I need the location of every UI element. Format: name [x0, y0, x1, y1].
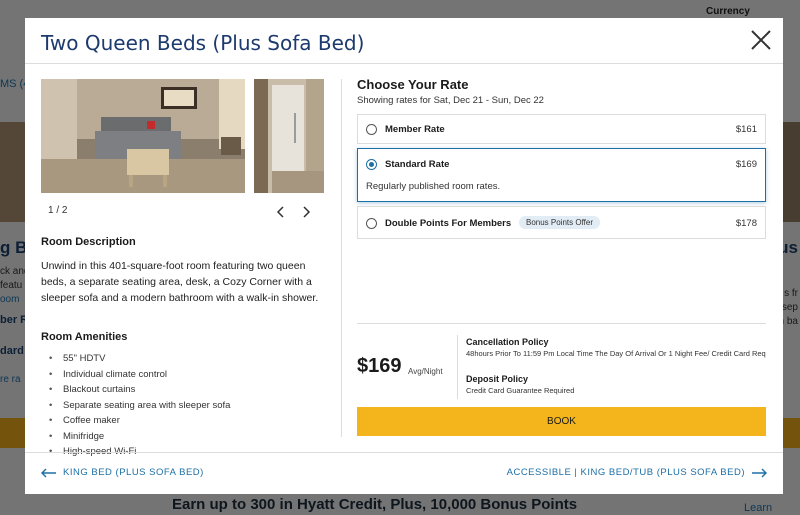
chevron-left-icon[interactable] [274, 205, 288, 219]
rate-name: Double Points For Members [385, 218, 512, 229]
rate-dates: Showing rates for Sat, Dec 21 - Sun, Dec… [357, 95, 544, 106]
modal-title: Two Queen Beds (Plus Sofa Bed) [41, 31, 365, 55]
amenity-item: Individual climate control [49, 367, 230, 383]
chevron-right-icon[interactable] [299, 205, 313, 219]
room-description-heading: Room Description [41, 236, 136, 248]
column-divider [341, 79, 342, 437]
radio-double-points[interactable] [366, 218, 377, 229]
room-description-text: Unwind in this 401-square-foot room feat… [41, 260, 319, 304]
bonus-points-badge: Bonus Points Offer [519, 216, 600, 229]
summary-divider [357, 323, 766, 324]
radio-standard-rate[interactable] [366, 159, 377, 170]
book-button[interactable]: BOOK [357, 407, 766, 436]
rate-note: Regularly published room rates. [366, 181, 501, 192]
photo-counter: 1 / 2 [48, 205, 68, 216]
next-room-link[interactable]: ACCESSIBLE | KING BED/TUB (PLUS SOFA BED… [507, 467, 767, 478]
amenity-item: Coffee maker [49, 413, 230, 429]
room-photo-bathroom [254, 79, 324, 193]
room-amenities-heading: Room Amenities [41, 331, 128, 343]
modal-footer: KING BED (PLUS SOFA BED) ACCESSIBLE | KI… [25, 452, 783, 494]
rate-price: $178 [735, 218, 757, 229]
amenities-list: 55" HDTV Individual climate control Blac… [49, 351, 230, 460]
previous-room-label: KING BED (PLUS SOFA BED) [63, 467, 204, 478]
close-icon[interactable] [749, 28, 773, 52]
arrow-left-icon [41, 468, 57, 478]
modal-header: Two Queen Beds (Plus Sofa Bed) [25, 18, 783, 64]
rate-option-double-points[interactable]: Double Points For Members Bonus Points O… [357, 206, 766, 239]
amenity-item: Minifridge [49, 429, 230, 445]
selected-price: $169 [357, 355, 402, 377]
radio-member-rate[interactable] [366, 124, 377, 135]
amenity-item: 55" HDTV [49, 351, 230, 367]
amenity-item: Blackout curtains [49, 382, 230, 398]
cancellation-policy-heading: Cancellation Policy [466, 337, 549, 347]
summary-vertical-divider [457, 335, 458, 399]
rate-option-member[interactable]: Member Rate $161 [357, 114, 766, 144]
rate-name: Member Rate [385, 124, 445, 135]
arrow-right-icon [751, 468, 767, 478]
price-unit: Avg/Night [408, 367, 443, 376]
room-photo [41, 79, 245, 193]
previous-room-link[interactable]: KING BED (PLUS SOFA BED) [41, 467, 204, 478]
choose-rate-heading: Choose Your Rate [357, 77, 469, 92]
rate-option-standard[interactable]: Standard Rate $169 Regularly published r… [357, 148, 766, 202]
rate-price: $169 [735, 159, 757, 170]
room-details-modal: Two Queen Beds (Plus Sofa Bed) 1 / 2 Roo… [25, 18, 783, 494]
deposit-policy-heading: Deposit Policy [466, 374, 529, 384]
rate-name: Standard Rate [385, 159, 450, 170]
cancellation-policy-text: 48hours Prior To 11:59 Pm Local Time The… [466, 349, 766, 358]
rate-price: $161 [735, 124, 757, 135]
deposit-policy-text: Credit Card Guarantee Required [466, 386, 575, 395]
next-room-label: ACCESSIBLE | KING BED/TUB (PLUS SOFA BED… [506, 467, 745, 478]
amenity-item: Separate seating area with sleeper sofa [49, 398, 230, 414]
